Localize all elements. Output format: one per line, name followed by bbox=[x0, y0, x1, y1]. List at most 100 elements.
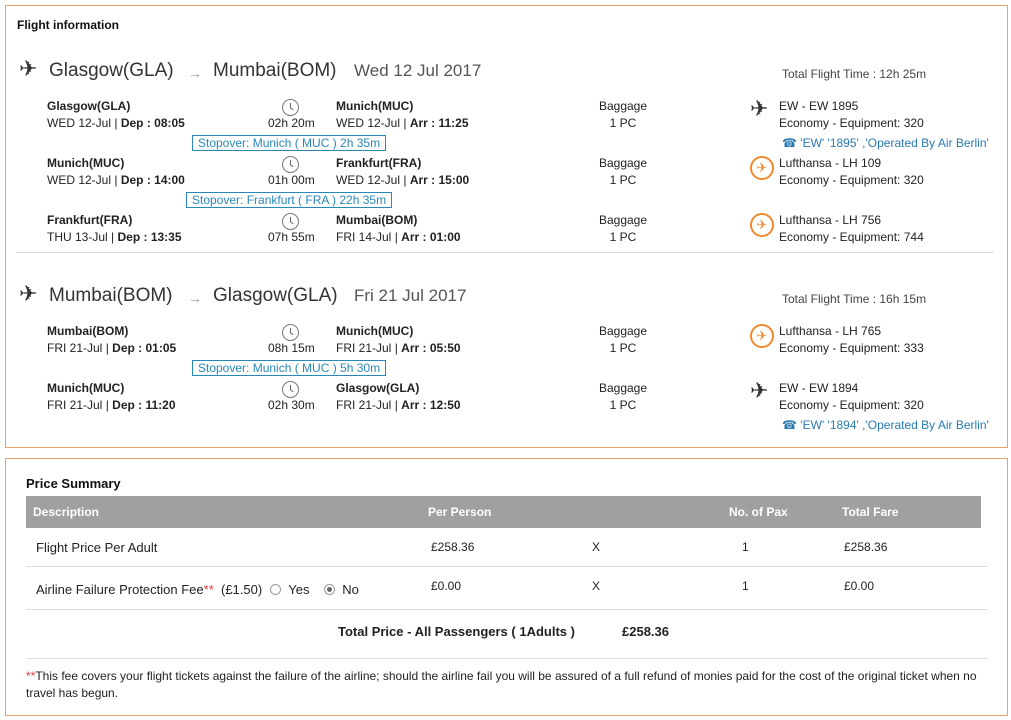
operated-by-link[interactable]: ☎ 'EW' '1894' ,'Operated By Air Berlin' bbox=[782, 418, 989, 432]
header-pax: No. of Pax bbox=[729, 505, 788, 519]
lufthansa-crane-icon: ✈ bbox=[750, 156, 774, 180]
price-table-header: Description Per Person No. of Pax Total … bbox=[26, 496, 981, 528]
route-origin: Glasgow(GLA) bbox=[49, 60, 174, 81]
duration: 07h 55m bbox=[268, 230, 315, 244]
dep-datetime: FRI 21-Jul | Dep : 01:05 bbox=[47, 341, 177, 355]
protection-no-option[interactable]: No bbox=[324, 582, 359, 597]
arr-city: Frankfurt(FRA) bbox=[336, 156, 422, 170]
dep-city: Munich(MUC) bbox=[47, 381, 125, 395]
dep-city: Munich(MUC) bbox=[47, 156, 125, 170]
arr-city: Glasgow(GLA) bbox=[336, 381, 420, 395]
arr-datetime: FRI 14-Jul | Arr : 01:00 bbox=[336, 230, 461, 244]
footnote: **This fee covers your flight tickets ag… bbox=[26, 669, 977, 700]
row-pax: 1 bbox=[742, 579, 749, 593]
carrier-equipment: Economy - Equipment: 320 bbox=[779, 116, 924, 130]
row-total: £0.00 bbox=[844, 579, 875, 593]
duration: 02h 20m bbox=[268, 116, 315, 130]
carrier-name: EW - EW 1894 bbox=[779, 381, 859, 395]
lufthansa-crane-icon: ✈ bbox=[750, 213, 774, 237]
arr-city: Munich(MUC) bbox=[336, 324, 414, 338]
journey-divider bbox=[16, 252, 994, 253]
price-summary-panel: Price Summary Description Per Person No.… bbox=[5, 458, 1008, 716]
route-date: Fri 21 Jul 2017 bbox=[354, 286, 467, 305]
stopover-badge: Stopover: Munich ( MUC ) 5h 30m bbox=[192, 360, 387, 376]
plane-icon: ✈ bbox=[750, 96, 769, 121]
baggage-value: 1 PC bbox=[609, 230, 637, 244]
arr-city: Mumbai(BOM) bbox=[336, 213, 418, 227]
baggage-value: 1 PC bbox=[609, 173, 637, 187]
arr-datetime: FRI 21-Jul | Arr : 12:50 bbox=[336, 398, 461, 412]
baggage-value: 1 PC bbox=[609, 341, 637, 355]
route-arrow-icon: → bbox=[188, 65, 202, 81]
plane-icon: ✈ bbox=[750, 378, 769, 403]
panel-title: Flight information bbox=[17, 18, 119, 32]
dep-datetime: WED 12-Jul | Dep : 08:05 bbox=[47, 116, 185, 130]
phone-icon: ☎ bbox=[782, 418, 797, 432]
route-arrow-icon: → bbox=[188, 290, 202, 306]
total-flight-time: Total Flight Time : 12h 25m bbox=[782, 67, 927, 81]
dep-datetime: THU 13-Jul | Dep : 13:35 bbox=[47, 230, 182, 244]
baggage-label: Baggage bbox=[598, 99, 648, 113]
stopover-badge: Stopover: Munich ( MUC ) 2h 35m bbox=[192, 135, 387, 151]
route-destination: Mumbai(BOM) bbox=[213, 60, 337, 81]
clock-icon bbox=[282, 381, 299, 398]
stopover-badge: Stopover: Frankfurt ( FRA ) 22h 35m bbox=[186, 192, 393, 208]
total-price-value: £258.36 bbox=[622, 624, 669, 639]
baggage-value: 1 PC bbox=[609, 116, 637, 130]
route-destination: Glasgow(GLA) bbox=[213, 285, 338, 306]
arr-datetime: WED 12-Jul | Arr : 11:25 bbox=[336, 116, 469, 130]
row-divider bbox=[26, 609, 988, 610]
clock-icon bbox=[282, 156, 299, 173]
row-total: £258.36 bbox=[844, 540, 888, 554]
protection-yes-option[interactable]: Yes bbox=[270, 582, 309, 597]
arr-datetime: WED 12-Jul | Arr : 15:00 bbox=[336, 173, 470, 187]
header-total-fare: Total Fare bbox=[842, 505, 899, 519]
yes-radio[interactable] bbox=[270, 584, 281, 595]
dep-datetime: FRI 21-Jul | Dep : 11:20 bbox=[47, 398, 176, 412]
no-radio[interactable] bbox=[324, 584, 335, 595]
phone-icon: ☎ bbox=[782, 136, 797, 150]
dep-city: Mumbai(BOM) bbox=[47, 324, 129, 338]
duration: 01h 00m bbox=[268, 173, 315, 187]
row-times: X bbox=[592, 579, 601, 593]
flight-information-panel: Flight information ✈ Glasgow(GLA) → Mumb… bbox=[5, 5, 1008, 448]
header-description: Description bbox=[33, 505, 100, 519]
carrier-equipment: Economy - Equipment: 333 bbox=[779, 341, 924, 355]
row-description: Flight Price Per Adult bbox=[36, 540, 158, 555]
price-summary-title: Price Summary bbox=[26, 476, 121, 491]
arr-city: Munich(MUC) bbox=[336, 99, 414, 113]
carrier-equipment: Economy - Equipment: 744 bbox=[779, 230, 924, 244]
carrier-name: Lufthansa - LH 765 bbox=[779, 324, 882, 338]
baggage-value: 1 PC bbox=[609, 398, 637, 412]
row-times: X bbox=[592, 540, 601, 554]
clock-icon bbox=[282, 213, 299, 230]
row-pax: 1 bbox=[742, 540, 749, 554]
baggage-label: Baggage bbox=[598, 156, 648, 170]
total-price-label: Total Price - All Passengers ( 1Adults ) bbox=[338, 624, 575, 639]
route-origin: Mumbai(BOM) bbox=[49, 285, 173, 306]
row-description: Airline Failure Protection Fee** (£1.50) bbox=[36, 582, 263, 597]
row-divider bbox=[26, 566, 988, 567]
row-per-person: £0.00 bbox=[431, 579, 462, 593]
route-date: Wed 12 Jul 2017 bbox=[354, 61, 482, 80]
plane-arrival-icon: ✈ bbox=[19, 281, 38, 306]
operated-by-link[interactable]: ☎ 'EW' '1895' ,'Operated By Air Berlin' bbox=[782, 136, 989, 150]
carrier-name: EW - EW 1895 bbox=[779, 99, 859, 113]
total-flight-time: Total Flight Time : 16h 15m bbox=[782, 292, 927, 306]
dep-city: Glasgow(GLA) bbox=[47, 99, 131, 113]
carrier-name: Lufthansa - LH 756 bbox=[779, 213, 882, 227]
baggage-label: Baggage bbox=[598, 213, 648, 227]
duration: 02h 30m bbox=[268, 398, 315, 412]
lufthansa-crane-icon: ✈ bbox=[750, 324, 774, 348]
duration: 08h 15m bbox=[268, 341, 315, 355]
clock-icon bbox=[282, 99, 299, 116]
baggage-label: Baggage bbox=[598, 381, 648, 395]
plane-departure-icon: ✈ bbox=[19, 56, 38, 81]
dep-city: Frankfurt(FRA) bbox=[47, 213, 133, 227]
dep-datetime: WED 12-Jul | Dep : 14:00 bbox=[47, 173, 185, 187]
carrier-name: Lufthansa - LH 109 bbox=[779, 156, 882, 170]
row-per-person: £258.36 bbox=[431, 540, 475, 554]
carrier-equipment: Economy - Equipment: 320 bbox=[779, 173, 924, 187]
total-divider bbox=[26, 658, 988, 659]
baggage-label: Baggage bbox=[598, 324, 648, 338]
